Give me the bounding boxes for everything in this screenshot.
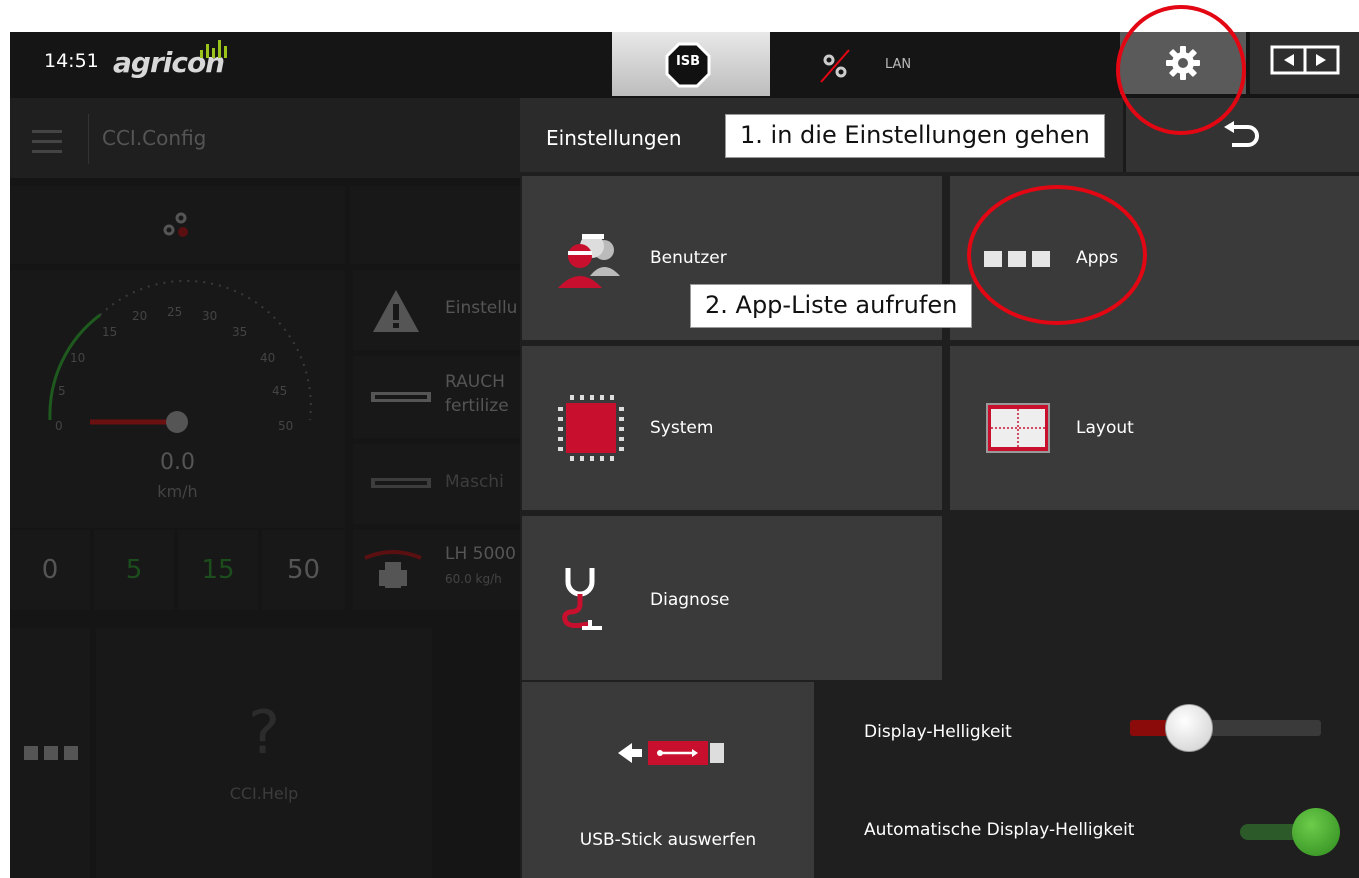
gps-tile[interactable] [10, 186, 345, 264]
swap-screen-button[interactable] [1250, 32, 1359, 94]
help-icon: ? [248, 698, 280, 768]
list-item-subtitle: fertilize [445, 396, 509, 416]
list-item[interactable]: Einstellu [353, 270, 520, 350]
brightness-label: Display-Helligkeit [864, 722, 1012, 742]
background-app-area: CCI.Config 0 5 10 15 20 25 30 35 40 45 5… [10, 98, 520, 878]
system-tile[interactable]: System [522, 346, 942, 510]
auto-brightness-toggle-knob[interactable] [1292, 808, 1340, 856]
header-divider [88, 114, 89, 164]
brightness-slider-knob[interactable] [1165, 704, 1214, 752]
isb-label: ISB [675, 54, 701, 69]
auto-brightness-label: Automatische Display-Helligkeit [864, 820, 1135, 840]
brightness-slider[interactable] [1130, 704, 1321, 752]
diagnose-tile[interactable]: Diagnose [522, 516, 942, 680]
app-header [10, 98, 520, 178]
chip-icon [558, 395, 624, 461]
usb-eject-tile[interactable]: USB-Stick auswerfen [522, 682, 814, 878]
range-button-50[interactable]: 50 [262, 530, 345, 610]
list-item[interactable]: RAUCH fertilize [353, 356, 520, 438]
svg-text:40: 40 [260, 351, 275, 365]
usb-eject-label: USB-Stick auswerfen [579, 830, 757, 850]
stethoscope-icon [562, 568, 602, 630]
settings-highlight-ring [1116, 5, 1246, 135]
terminal-screen: 14:51 agricon ISB LAN CCI.Config 0 5 10 … [10, 32, 1359, 878]
status-tile [350, 186, 520, 264]
list-item[interactable]: Maschi [353, 444, 520, 524]
help-app-tile[interactable]: ? CCI.Help [96, 628, 432, 878]
back-arrow-icon [1224, 121, 1259, 147]
svg-text:50: 50 [278, 419, 293, 433]
apps-shortcut[interactable] [10, 628, 90, 878]
diagnose-label: Diagnose [650, 590, 730, 610]
auto-brightness-toggle[interactable] [1240, 808, 1340, 856]
gps-off-icon [820, 49, 850, 83]
svg-text:30: 30 [202, 309, 217, 323]
list-item-subtitle: 60.0 kg/h [445, 572, 502, 586]
help-label: CCI.Help [229, 784, 299, 803]
range-button-5[interactable]: 5 [94, 530, 174, 610]
logo-bars-icon [200, 40, 227, 58]
layout-label: Layout [1076, 418, 1134, 438]
lan-status: LAN [885, 57, 912, 72]
svg-text:45: 45 [272, 384, 287, 398]
svg-text:10: 10 [70, 351, 85, 365]
svg-text:5: 5 [58, 384, 66, 398]
svg-text:25: 25 [167, 305, 182, 319]
speed-value: 0.0 [160, 450, 195, 475]
gps-off-icon [163, 212, 188, 237]
step2-callout: 2. App-Liste aufrufen [690, 284, 973, 328]
svg-text:35: 35 [232, 325, 247, 339]
speedometer: 0 5 10 15 20 25 30 35 40 45 50 0.0 km/h [10, 270, 345, 528]
tractor-icon [364, 550, 422, 588]
system-label: System [650, 418, 714, 438]
speed-gauge: 0 5 10 15 20 25 30 35 40 45 50 [48, 279, 312, 433]
svg-text:20: 20 [132, 309, 147, 323]
list-item-title: Einstellu [445, 298, 518, 318]
list-item-title: RAUCH [445, 372, 505, 392]
list-item-title: LH 5000 [445, 544, 516, 564]
speed-unit: km/h [157, 482, 198, 501]
clock: 14:51 [44, 50, 99, 72]
step1-callout: 1. in die Einstellungen gehen [725, 114, 1105, 158]
warning-icon [373, 290, 419, 332]
settings-panel: Einstellungen Benutzer Apps System Layou… [520, 98, 1359, 878]
apps-grid-icon [24, 746, 78, 760]
usb-eject-icon [618, 741, 724, 765]
app-title: CCI.Config [102, 126, 207, 150]
implement-icon [371, 478, 431, 488]
list-item-title: Maschi [445, 472, 504, 492]
layout-icon [986, 403, 1050, 453]
implement-icon [371, 392, 431, 402]
swap-screen-icon [1270, 45, 1340, 75]
svg-text:15: 15 [102, 325, 117, 339]
range-button-15[interactable]: 15 [178, 530, 258, 610]
hamburger-icon[interactable] [32, 130, 62, 154]
svg-text:0: 0 [55, 419, 63, 433]
user-group-icon [558, 234, 620, 288]
layout-tile[interactable]: Layout [950, 346, 1359, 510]
benutzer-label: Benutzer [650, 248, 727, 268]
range-button-0[interactable]: 0 [10, 530, 90, 610]
settings-title: Einstellungen [546, 126, 682, 150]
list-item[interactable]: LH 5000 60.0 kg/h [353, 530, 520, 610]
apps-highlight-ring [967, 185, 1147, 325]
